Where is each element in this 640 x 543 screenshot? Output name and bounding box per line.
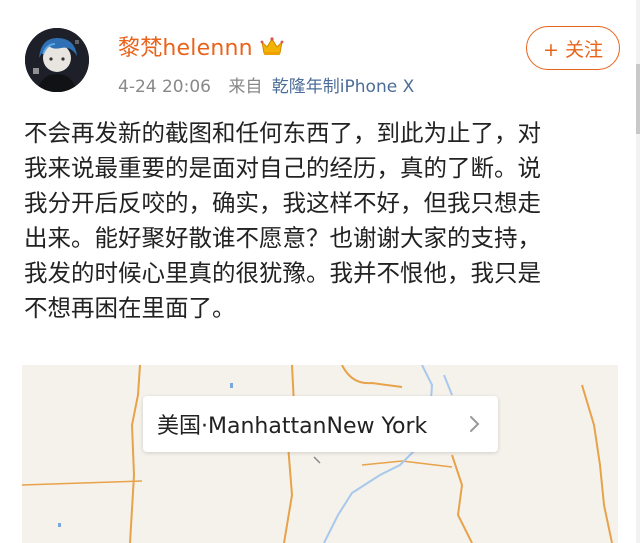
post-line: 我来说最重要的是面对自己的经历，真的了断。说: [24, 154, 541, 182]
username[interactable]: 黎梵helennn: [118, 30, 285, 62]
location-map[interactable]: [22, 365, 618, 543]
post-line: 不会再发新的截图和任何东西了，到此为止了，对: [24, 119, 541, 147]
post-meta: 4-24 20:06 来自 乾隆年制iPhone X: [118, 72, 414, 97]
post-line: 我发的时候心里真的很犹豫。我并不恨他，我只是: [24, 259, 541, 287]
location-label[interactable]: 美国·ManhattanNew York: [157, 408, 462, 440]
avatar-icon[interactable]: [25, 28, 89, 92]
post-time: 4-24 20:06: [118, 77, 211, 97]
post-line: 出来。能好聚好散谁不愿意？也谢谢大家的支持，: [24, 224, 541, 252]
scrollbar-thumb[interactable]: [636, 64, 640, 134]
location-chip[interactable]: 美国·ManhattanNew York: [143, 396, 498, 452]
source-label: 来自: [228, 77, 263, 97]
username-text[interactable]: 黎梵helennn: [118, 30, 253, 62]
post-line: 不想再困在里面了。: [24, 294, 236, 322]
post-header: 黎梵helennn 4-24 20:06 来自 乾隆年制iPhone X + 关…: [0, 0, 640, 110]
chevron-right-icon: [462, 412, 486, 436]
crown-icon: [259, 35, 285, 57]
source-device[interactable]: 乾隆年制iPhone X: [272, 77, 414, 97]
post-line: 我分开后反咬的，确实，我这样不好，但我只想走: [24, 189, 541, 217]
post-body: 不会再发新的截图和任何东西了，到此为止了，对 我来说最重要的是面对自己的经历，真…: [24, 116, 624, 326]
follow-button[interactable]: + 关注: [526, 26, 620, 70]
map-graphic: [22, 365, 613, 543]
